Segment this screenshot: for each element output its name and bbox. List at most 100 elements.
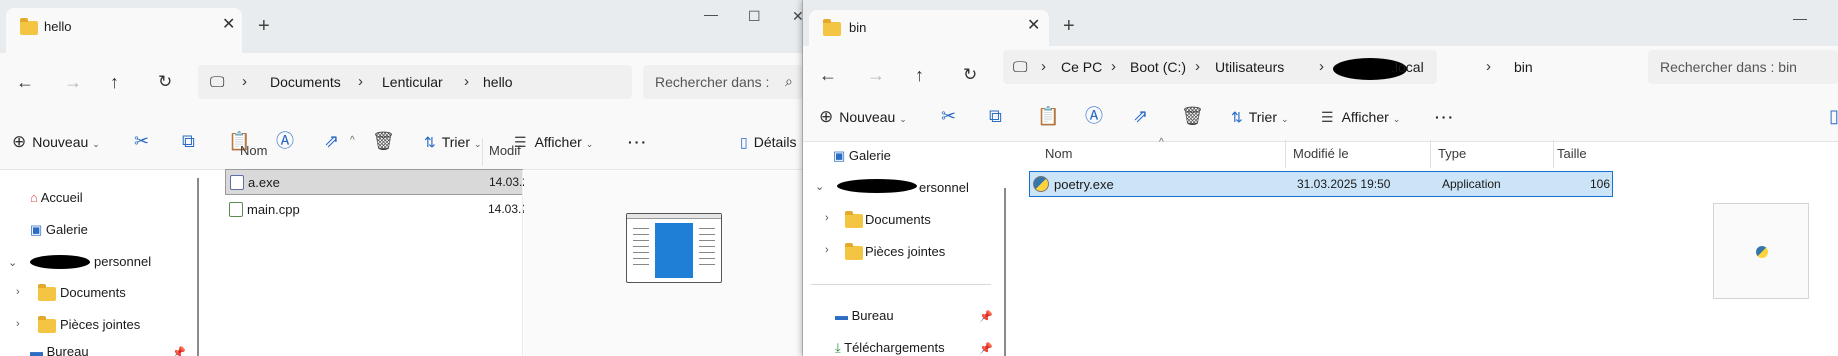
sort-indicator-icon: ^	[350, 135, 355, 146]
file-name: poetry.exe	[1054, 177, 1114, 192]
folder-icon	[845, 243, 863, 260]
nav-scrollbar[interactable]	[197, 178, 199, 356]
chevron-right-icon[interactable]: ›	[825, 244, 829, 256]
new-tab-icon[interactable]: +	[258, 16, 270, 36]
arrow-left-icon[interactable]: ←	[819, 66, 837, 84]
copy-icon[interactable]: ⧉	[989, 106, 1002, 126]
nav-item-documents[interactable]: Documents	[60, 285, 126, 300]
arrow-left-icon[interactable]: ←	[16, 73, 34, 91]
refresh-icon[interactable]: ↻	[963, 66, 977, 84]
search-input[interactable]: Rechercher dans : bin	[1648, 50, 1838, 84]
share-icon[interactable]: ⇗	[324, 131, 339, 151]
chevron-right-icon: ›	[1319, 58, 1324, 75]
tab-bin[interactable]: bin ✕	[809, 10, 1049, 46]
nav-item-onedrive[interactable]: ersonnel	[919, 180, 969, 195]
chevron-down-icon[interactable]: ⌄	[8, 256, 17, 269]
close-window-icon[interactable]: ✕	[792, 8, 802, 25]
file-size: 106	[1590, 177, 1611, 191]
more-icon[interactable]: ···	[628, 133, 648, 151]
close-tab-icon[interactable]: ✕	[222, 17, 235, 33]
table-row[interactable]: main.cpp 14.03.2	[225, 197, 528, 223]
details-pane-icon[interactable]: ▯	[1829, 106, 1838, 126]
nav-item-home[interactable]: ⌂ Accueil	[30, 190, 83, 205]
folder-icon	[20, 18, 38, 35]
chevron-right-icon: ›	[1111, 58, 1116, 75]
view-button[interactable]: ☰ Afficher ⌄	[1321, 108, 1400, 128]
chevron-down-icon[interactable]: ⌄	[815, 180, 824, 193]
nav-item-onedrive[interactable]: personnel	[94, 254, 151, 269]
column-separator[interactable]	[1430, 140, 1431, 168]
folder-icon	[38, 316, 56, 333]
chevron-right-icon[interactable]: ›	[825, 212, 829, 224]
nav-item-gallery[interactable]: ▣ Galerie	[30, 222, 88, 238]
sort-button[interactable]: ⇅ Trier ⌄	[1231, 108, 1289, 128]
close-tab-icon[interactable]: ✕	[1027, 18, 1040, 34]
column-header-modified[interactable]: Modifié le	[1293, 146, 1349, 161]
minimize-icon[interactable]: —	[704, 6, 718, 22]
column-header-type[interactable]: Type	[1438, 146, 1466, 161]
table-row[interactable]: poetry.exe 31.03.2025 19:50 Application …	[1029, 171, 1613, 197]
new-button[interactable]: ⊕ Nouveau ⌄	[819, 108, 907, 128]
trash-icon[interactable]: 🗑	[372, 131, 395, 151]
column-separator[interactable]	[482, 138, 483, 166]
breadcrumb-item[interactable]: hello	[483, 74, 513, 90]
column-header-name[interactable]: Nom	[240, 143, 267, 158]
search-input[interactable]: Rechercher dans : ⌕	[643, 65, 802, 99]
breadcrumb-item[interactable]: Boot (C:)	[1130, 59, 1186, 75]
refresh-icon[interactable]: ↻	[158, 73, 172, 91]
nav-item-desktop[interactable]: ▬ Bureau	[835, 308, 894, 323]
search-icon: ⌕	[785, 73, 793, 89]
scissors-icon[interactable]: ✂	[941, 106, 956, 126]
more-icon[interactable]: ···	[1435, 108, 1455, 126]
paste-icon[interactable]: 📋	[1037, 106, 1059, 126]
command-bar: ⊕ Nouveau ⌄ ✂ ⧉ 📋 Ⓐ ⇗ 🗑 ⇅ Trier ⌄ ☰ Afficher ⌄…	[803, 92, 1838, 142]
new-tab-icon[interactable]: +	[1063, 16, 1075, 36]
breadcrumb-item[interactable]: Ce PC	[1061, 59, 1102, 75]
trash-icon[interactable]: 🗑	[1181, 106, 1204, 126]
search-placeholder: Rechercher dans : bin	[1660, 59, 1797, 75]
sort-button[interactable]: ⇅ Trier ⌄	[424, 133, 482, 153]
chevron-right-icon[interactable]: ›	[16, 318, 20, 330]
breadcrumb-item[interactable]: .local	[1391, 59, 1424, 75]
table-row[interactable]: a.exe 14.03.2	[225, 169, 529, 195]
tab-hello[interactable]: hello ✕	[6, 8, 242, 53]
pin-icon[interactable]: 📌	[172, 346, 186, 356]
copy-icon[interactable]: ⧉	[182, 131, 195, 151]
minimize-icon[interactable]: —	[1793, 10, 1807, 26]
tab-title: bin	[849, 20, 867, 35]
details-button[interactable]: ▯ Détails	[740, 133, 797, 151]
breadcrumb-item[interactable]: bin	[1514, 59, 1533, 75]
column-separator[interactable]	[1553, 140, 1554, 168]
breadcrumb-item[interactable]: Lenticular	[382, 74, 443, 90]
nav-item-attachments[interactable]: Pièces jointes	[60, 317, 140, 332]
rename-icon[interactable]: Ⓐ	[276, 131, 294, 151]
address-bar[interactable]: 🖵 › Documents › Lenticular › hello	[198, 65, 632, 99]
nav-item-documents[interactable]: Documents	[865, 212, 931, 227]
nav-item-attachments[interactable]: Pièces jointes	[865, 244, 945, 259]
nav-item-downloads[interactable]: ⤓ Téléchargements	[835, 340, 945, 356]
new-button[interactable]: ⊕ Nouveau ⌄	[12, 133, 100, 153]
maximize-icon[interactable]: ☐	[748, 8, 761, 25]
pin-icon[interactable]: 📌	[979, 342, 993, 355]
nav-item-gallery[interactable]: ▣ Galerie	[833, 148, 891, 164]
view-button[interactable]: ☰ Afficher ⌄	[514, 133, 593, 153]
arrow-right-icon[interactable]: →	[64, 73, 82, 91]
share-icon[interactable]: ⇗	[1133, 106, 1148, 126]
breadcrumb-item[interactable]: Utilisateurs	[1215, 59, 1284, 75]
nav-item-desktop[interactable]: ▬ Bureau	[30, 344, 89, 356]
column-separator[interactable]	[1285, 140, 1286, 168]
arrow-right-icon[interactable]: →	[867, 66, 885, 84]
arrow-up-icon[interactable]: ↑	[110, 73, 119, 91]
column-header-name[interactable]: Nom	[1045, 146, 1072, 161]
column-header-modified[interactable]: Modif	[489, 143, 521, 158]
chevron-right-icon[interactable]: ›	[16, 286, 20, 298]
scissors-icon[interactable]: ✂	[134, 131, 149, 151]
rename-icon[interactable]: Ⓐ	[1085, 106, 1103, 126]
address-bar[interactable]: 🖵 › Ce PC › Boot (C:) › Utilisateurs › .…	[1003, 50, 1437, 84]
breadcrumb-item[interactable]: Documents	[270, 74, 341, 90]
pin-icon[interactable]: 📌	[979, 310, 993, 323]
nav-scrollbar[interactable]	[1004, 188, 1006, 356]
column-header-size[interactable]: Taille	[1557, 146, 1587, 161]
gallery-icon: ▣	[30, 222, 43, 237]
arrow-up-icon[interactable]: ↑	[915, 66, 924, 84]
